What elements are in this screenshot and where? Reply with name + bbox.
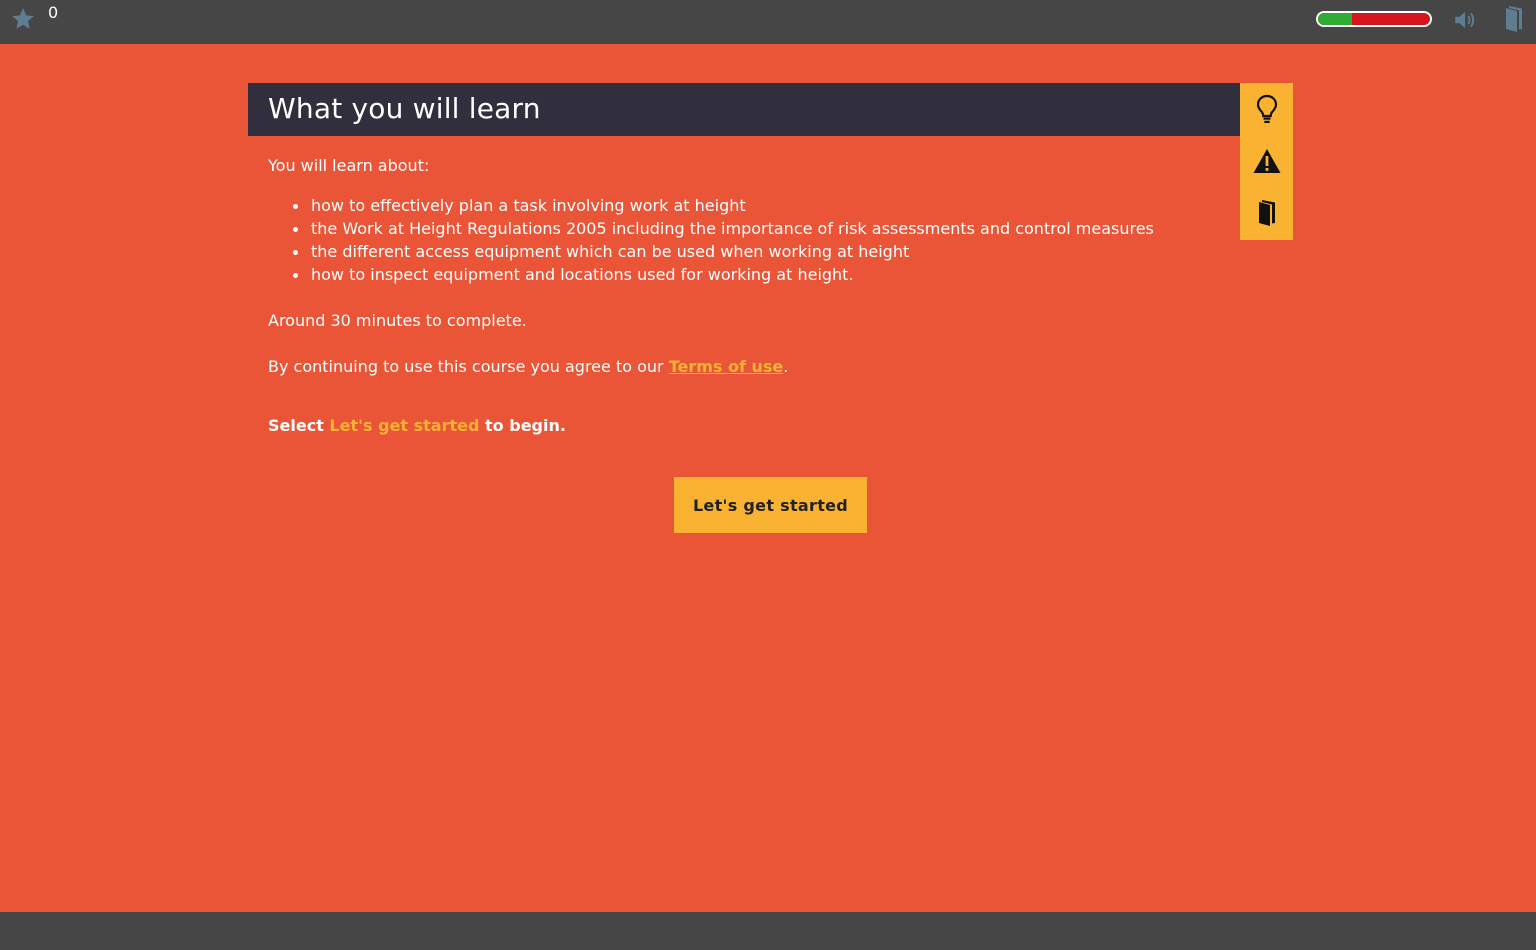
section-header: What you will learn <box>248 83 1240 136</box>
terms-notice-text: By continuing to use this course you agr… <box>268 357 669 376</box>
top-bar: 0 <box>0 0 1536 44</box>
intro-text: You will learn about: <box>268 156 430 175</box>
terms-notice-end: . <box>783 357 789 376</box>
terms-notice: By continuing to use this course you agr… <box>268 355 1228 378</box>
lightbulb-icon <box>1256 94 1277 123</box>
bottom-bar <box>0 912 1536 950</box>
start-button[interactable]: Let's get started <box>674 477 867 533</box>
page-title: What you will learn <box>268 92 541 125</box>
resources-button[interactable] <box>1240 187 1293 239</box>
side-toolbar <box>1240 83 1293 240</box>
duration-text: Around 30 minutes to complete. <box>268 311 527 330</box>
progress-fill <box>1318 13 1352 25</box>
terms-of-use-link[interactable]: Terms of use <box>669 357 784 376</box>
lesson-content: You will learn about: how to effectively… <box>268 154 1228 437</box>
instruction-suffix: to begin. <box>479 416 566 435</box>
instruction-highlight: Let's get started <box>329 416 480 435</box>
star-icon <box>12 8 34 29</box>
progress-bar <box>1316 11 1432 27</box>
score-value: 0 <box>48 3 59 22</box>
instruction-text: Select Let's get started to begin. <box>268 414 1228 437</box>
warning-icon <box>1253 149 1280 173</box>
list-item: the different access equipment which can… <box>293 240 1228 263</box>
tip-button[interactable] <box>1240 83 1293 135</box>
list-item: how to inspect equipment and locations u… <box>293 263 1228 286</box>
list-item: the Work at Height Regulations 2005 incl… <box>293 217 1228 240</box>
topic-list: how to effectively plan a task involving… <box>268 194 1228 286</box>
warning-button[interactable] <box>1240 135 1293 187</box>
instruction-prefix: Select <box>268 416 330 435</box>
book-icon <box>1258 200 1275 226</box>
book-icon[interactable] <box>1503 5 1525 33</box>
list-item: how to effectively plan a task involving… <box>293 194 1228 217</box>
speaker-icon[interactable] <box>1452 7 1478 33</box>
